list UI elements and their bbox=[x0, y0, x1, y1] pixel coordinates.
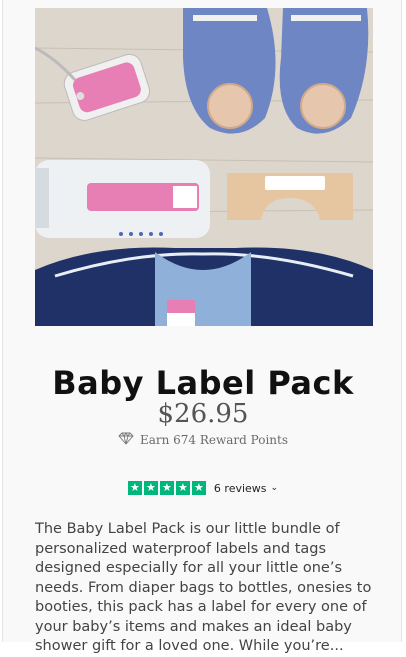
star-icon: ★ bbox=[191, 481, 206, 495]
chevron-down-icon: ⌄ bbox=[270, 483, 279, 493]
product-title: Baby Label Pack bbox=[52, 364, 354, 402]
product-description: The Baby Label Pack is our little bundle… bbox=[35, 521, 372, 654]
product-card: Baby Label Pack $26.95 Earn 674 Reward P… bbox=[2, 0, 403, 654]
product-image[interactable] bbox=[35, 8, 373, 326]
reward-points: Earn 674 Reward Points bbox=[3, 432, 403, 448]
star-icon: ★ bbox=[175, 481, 190, 495]
reviews-dropdown[interactable]: 6 reviews ⌄ bbox=[214, 482, 278, 495]
product-price: $26.95 bbox=[157, 399, 249, 429]
star-rating: ★ ★ ★ ★ ★ bbox=[127, 481, 206, 495]
star-icon: ★ bbox=[159, 481, 174, 495]
reviews-summary: ★ ★ ★ ★ ★ 6 reviews ⌄ bbox=[3, 481, 403, 495]
reviews-count: 6 reviews bbox=[213, 481, 267, 495]
star-icon: ★ bbox=[143, 481, 158, 495]
diamond-icon bbox=[118, 432, 134, 448]
reward-points-text: Earn 674 Reward Points bbox=[139, 433, 289, 447]
star-icon: ★ bbox=[127, 481, 142, 495]
